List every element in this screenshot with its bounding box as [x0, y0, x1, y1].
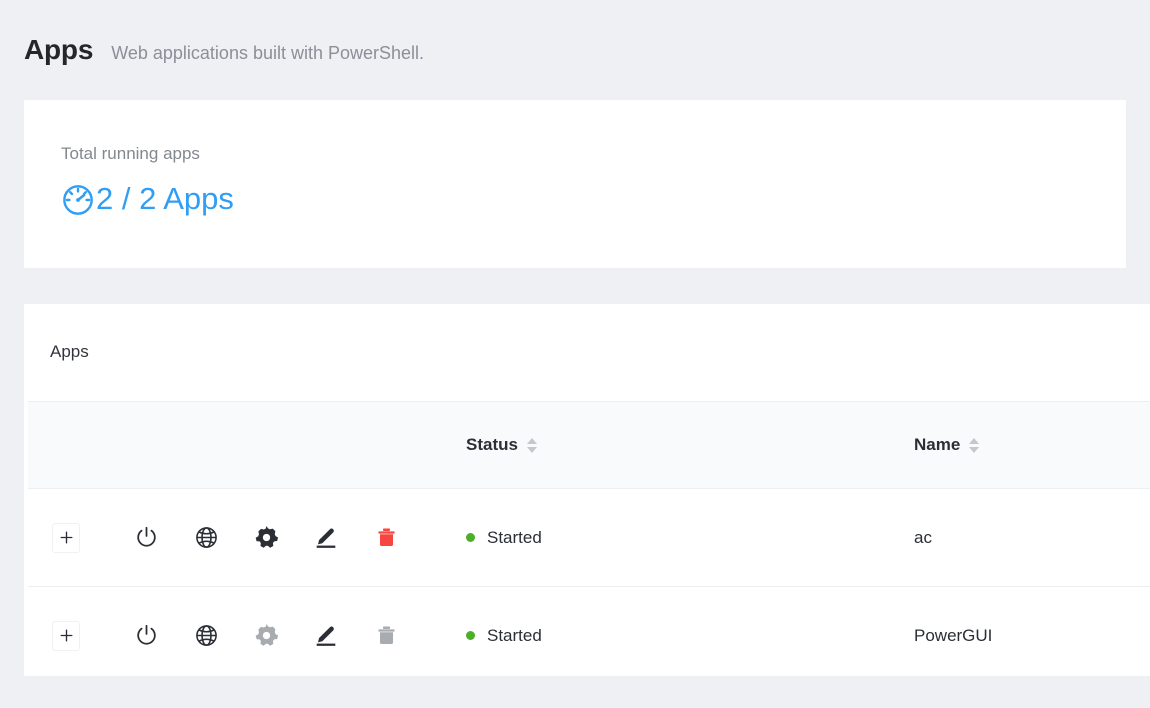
row-actions	[52, 619, 458, 653]
row-actions-cell	[28, 587, 458, 685]
row-name-cell: ac	[914, 527, 932, 547]
table-body: Started ac Started PowerGUI	[28, 489, 1150, 685]
summary-value: 2 / 2 Apps	[96, 181, 234, 216]
summary-card: Total running apps 2 / 2 Apps	[24, 100, 1126, 268]
status-badge: Started	[466, 528, 542, 548]
column-header-name-label: Name	[914, 435, 961, 454]
column-header-name[interactable]: Name	[908, 402, 1150, 489]
power-icon[interactable]	[129, 619, 163, 653]
table-row: Started PowerGUI	[28, 587, 1150, 685]
gauge-icon	[60, 182, 96, 218]
status-dot-icon	[466, 631, 475, 641]
column-header-actions	[28, 402, 458, 489]
trash-icon[interactable]	[369, 521, 403, 555]
globe-icon[interactable]	[189, 521, 223, 555]
add-icon[interactable]	[52, 620, 80, 651]
column-header-status-label: Status	[466, 435, 518, 454]
row-actions-cell	[28, 489, 458, 587]
page-header: Apps Web applications built with PowerSh…	[0, 0, 1150, 66]
status-badge: Started	[466, 626, 542, 646]
page-title: Apps	[24, 34, 94, 65]
page-subtitle: Web applications built with PowerShell.	[111, 43, 425, 63]
summary-label: Total running apps	[61, 144, 200, 163]
apps-table: Status Name Started ac Started PowerGUI	[28, 401, 1150, 684]
apps-table-title: Apps	[50, 342, 89, 361]
row-status-cell: Started	[458, 489, 908, 587]
summary-value-row: 2 / 2 Apps	[60, 182, 234, 218]
trash-icon	[369, 619, 403, 653]
row-status-cell: Started	[458, 587, 908, 685]
gear-icon[interactable]	[249, 521, 283, 555]
table-header-row: Status Name	[28, 401, 1150, 489]
sort-toggle-icon[interactable]	[969, 437, 980, 453]
row-name-cell: PowerGUI	[914, 625, 993, 645]
status-dot-icon	[466, 533, 475, 543]
apps-table-card: Apps Status Name Started ac Started Powe…	[24, 304, 1150, 676]
globe-icon[interactable]	[189, 619, 223, 653]
status-label: Started	[487, 625, 542, 645]
sort-toggle-icon[interactable]	[526, 437, 537, 453]
table-head: Status Name	[28, 401, 1150, 489]
row-actions	[52, 521, 458, 555]
power-icon[interactable]	[129, 521, 163, 555]
edit-pencil-icon[interactable]	[309, 619, 343, 653]
gear-icon	[249, 619, 283, 653]
table-row: Started ac	[28, 489, 1150, 587]
status-label: Started	[487, 527, 542, 547]
add-icon[interactable]	[52, 522, 80, 553]
edit-pencil-icon[interactable]	[309, 521, 343, 555]
column-header-status[interactable]: Status	[458, 402, 908, 489]
